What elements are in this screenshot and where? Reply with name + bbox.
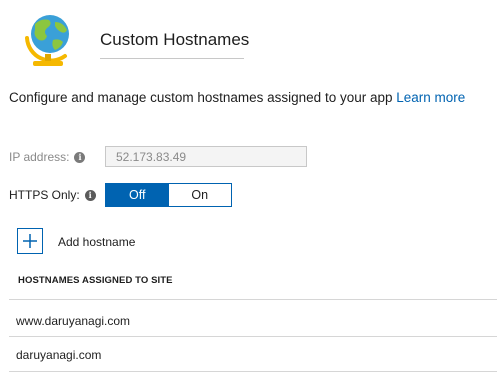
info-icon[interactable]: i [74, 151, 86, 163]
https-only-label-text: HTTPS Only: [9, 188, 80, 202]
https-only-label: HTTPS Only: i [9, 188, 96, 202]
add-hostname-button[interactable] [17, 228, 43, 254]
info-icon[interactable]: i [84, 189, 96, 201]
learn-more-link[interactable]: Learn more [396, 90, 465, 105]
title-underline [100, 58, 244, 59]
toggle-on-option[interactable]: On [169, 184, 232, 206]
header-globe-icon [21, 8, 81, 70]
plus-icon [23, 234, 37, 248]
add-hostname-label[interactable]: Add hostname [58, 235, 135, 249]
hostname-row[interactable]: www.daruyanagi.com [16, 314, 130, 328]
description-text: Configure and manage custom hostnames as… [9, 90, 393, 105]
https-only-toggle[interactable]: Off On [105, 183, 232, 207]
page-title: Custom Hostnames [100, 30, 250, 49]
hostname-row[interactable]: daruyanagi.com [16, 348, 101, 362]
divider [9, 371, 497, 372]
ip-address-label: IP address: i [9, 150, 86, 164]
divider [9, 336, 497, 337]
hostnames-section-heading: HOSTNAMES ASSIGNED TO SITE [18, 275, 173, 286]
description: Configure and manage custom hostnames as… [9, 90, 465, 105]
divider [9, 299, 497, 300]
ip-address-field: 52.173.83.49 [105, 146, 307, 167]
toggle-off-option[interactable]: Off [106, 184, 169, 206]
ip-address-label-text: IP address: [9, 150, 70, 164]
